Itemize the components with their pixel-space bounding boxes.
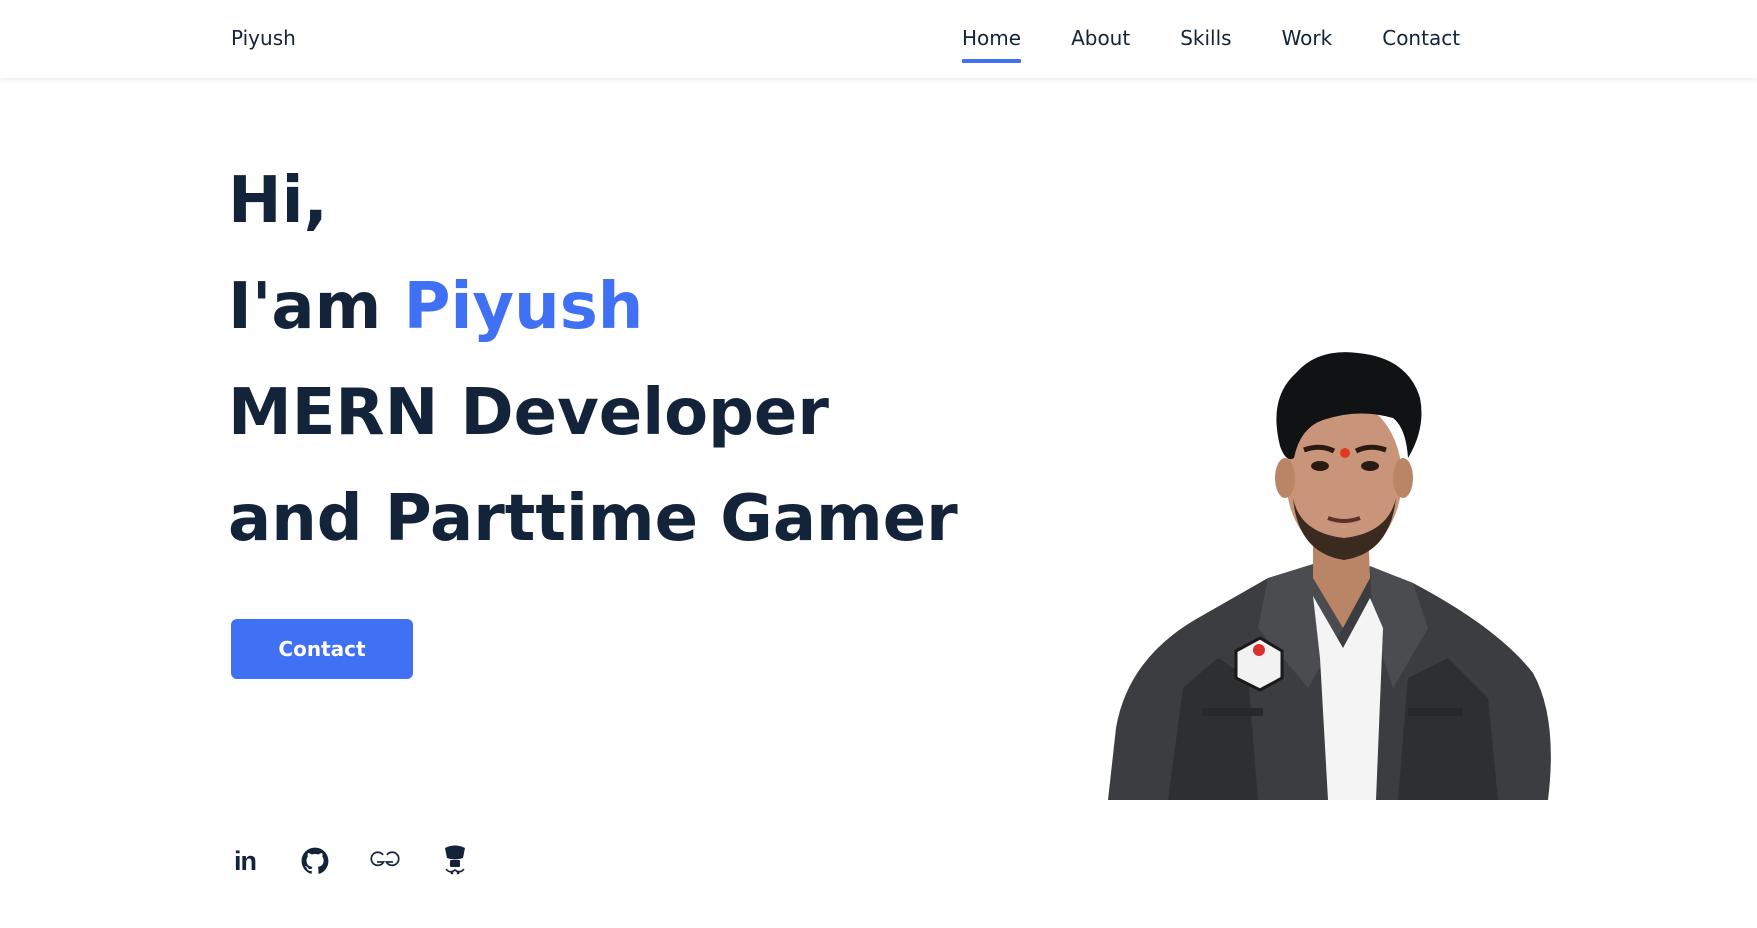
profile-photo <box>1108 352 1551 800</box>
site-logo[interactable]: Piyush <box>231 26 296 50</box>
github-icon[interactable] <box>300 846 330 876</box>
hero-intro-prefix: I'am <box>228 270 404 344</box>
hero-greeting: Hi, <box>228 164 328 238</box>
geeksforgeeks-icon[interactable] <box>370 846 400 876</box>
nav-item-home[interactable]: Home <box>962 26 1022 63</box>
nav-item-contact[interactable]: Contact <box>1382 26 1460 60</box>
linkedin-icon[interactable]: in <box>230 846 260 876</box>
contact-button[interactable]: Contact <box>231 619 413 679</box>
hero-intro-line: I'am Piyush <box>228 254 958 360</box>
main-nav: Home About Skills Work Contact <box>962 26 1460 63</box>
hero-role-secondary: and Parttime Gamer <box>228 482 958 556</box>
hero-role: MERN Developer <box>228 376 829 450</box>
nav-item-work[interactable]: Work <box>1282 26 1333 60</box>
hero-name: Piyush <box>403 270 644 344</box>
site-header: Piyush Home About Skills Work Contact <box>0 0 1757 78</box>
codechef-icon[interactable] <box>440 845 470 876</box>
hero-title: Hi, I'am Piyush MERN Developer and Partt… <box>228 148 958 572</box>
nav-item-about[interactable]: About <box>1071 26 1130 60</box>
social-links: in <box>230 845 470 876</box>
nav-item-skills[interactable]: Skills <box>1180 26 1231 60</box>
